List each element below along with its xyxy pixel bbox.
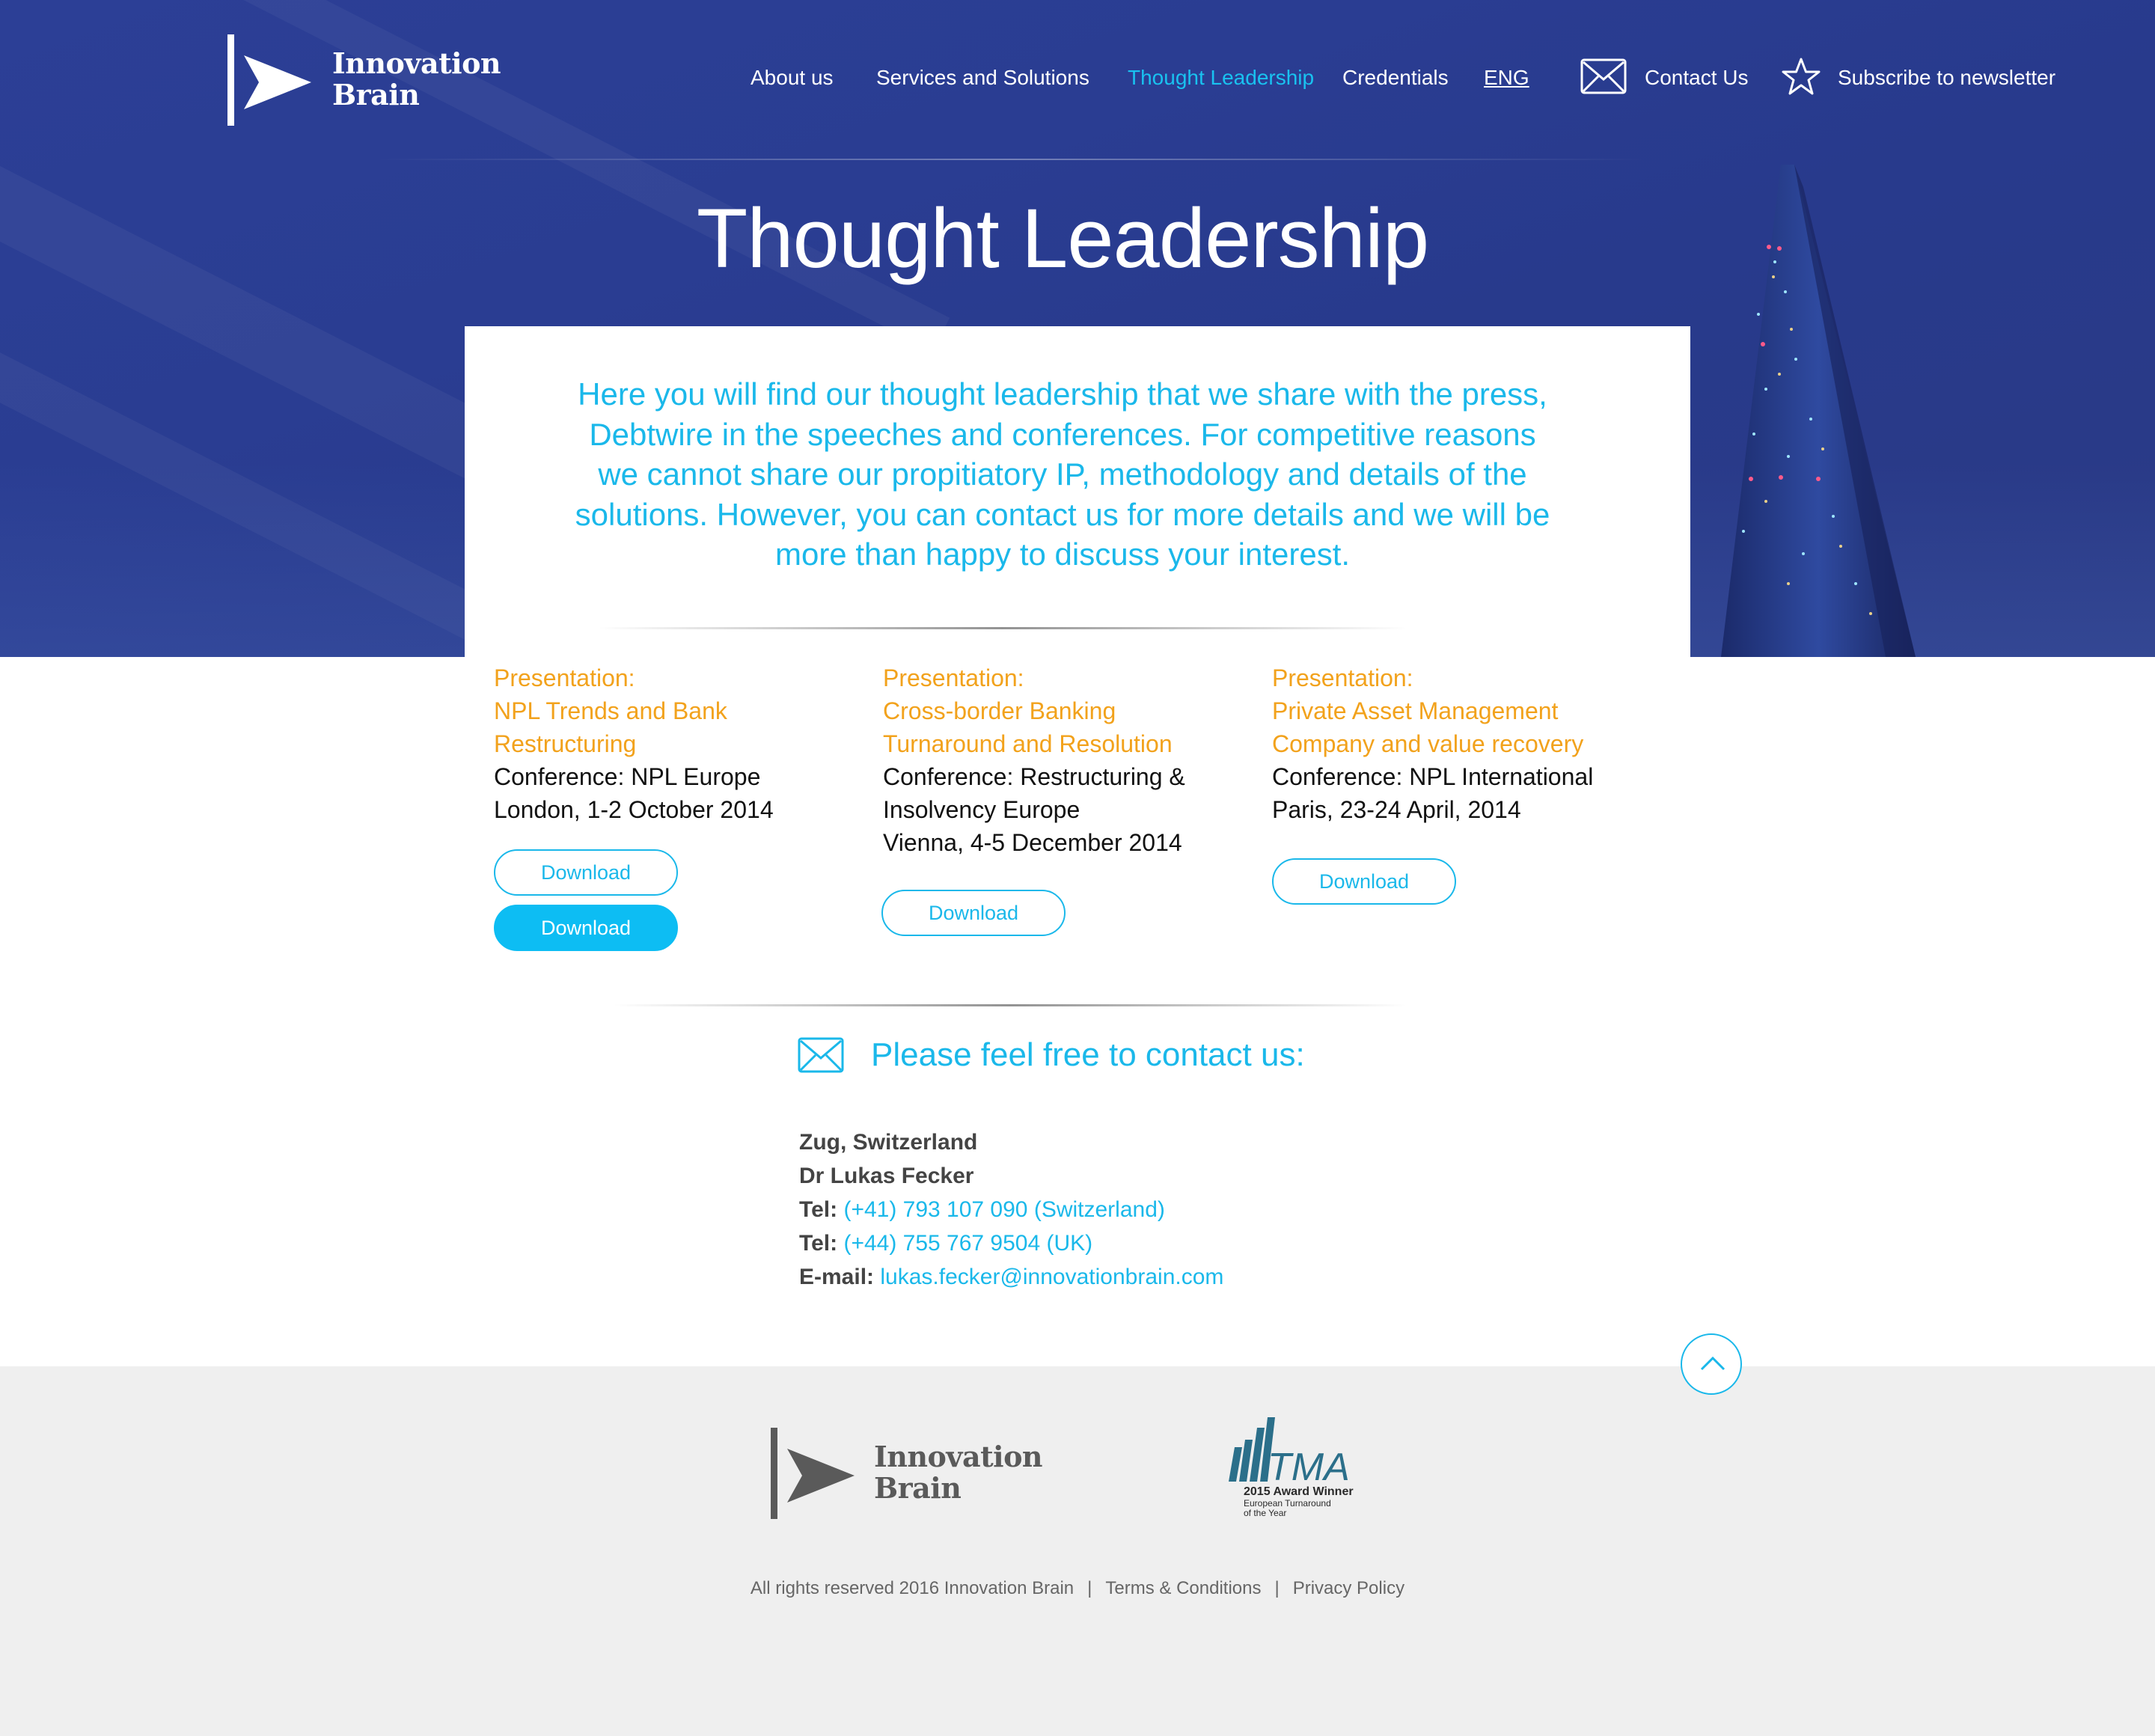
star-icon xyxy=(1782,58,1821,95)
contact-heading: Please feel free to contact us: xyxy=(798,1033,1396,1078)
logo-line2: Brain xyxy=(874,1471,962,1505)
tel-label: Tel: xyxy=(799,1197,838,1222)
download-button[interactable]: Download xyxy=(494,905,678,951)
nav-subscribe-label: Subscribe to newsletter xyxy=(1838,66,2056,89)
contact-details: Zug, Switzerland Dr Lukas Fecker Tel: (+… xyxy=(799,1125,1398,1294)
presentation-card: Presentation: Private Asset Management C… xyxy=(1272,661,1616,826)
nav-credentials[interactable]: Credentials xyxy=(1342,63,1449,93)
tma-award-line2: European Turnaround xyxy=(1244,1498,1331,1509)
footer xyxy=(0,1366,2155,1736)
scroll-top-button[interactable] xyxy=(1681,1333,1742,1395)
section-divider xyxy=(614,1004,1407,1006)
contact-name: Dr Lukas Fecker xyxy=(799,1164,974,1188)
section-divider xyxy=(599,627,1407,629)
nav-contact-label: Contact Us xyxy=(1645,66,1749,89)
presentation-card: Presentation: NPL Trends and Bank Restru… xyxy=(494,661,838,826)
download-button[interactable]: Download xyxy=(881,890,1066,936)
privacy-link[interactable]: Privacy Policy xyxy=(1293,1576,1404,1601)
presentation-kicker: Presentation: xyxy=(494,664,635,691)
tma-award-line3: of the Year xyxy=(1244,1508,1286,1518)
nav-about[interactable]: About us xyxy=(751,63,834,93)
contact-heading-text: Please feel free to contact us: xyxy=(871,1036,1305,1073)
logo-line1: Innovation xyxy=(874,1440,1043,1473)
presentation-kicker: Presentation: xyxy=(1272,664,1413,691)
presentation-conference: Conference: NPL Europe London, 1-2 Octob… xyxy=(494,763,774,823)
legal-separator: | xyxy=(1087,1578,1092,1598)
tma-award-logo: TMA 2015 Award Winner European Turnaroun… xyxy=(1229,1417,1354,1518)
header-divider xyxy=(374,159,1646,160)
presentation-conference: Conference: Restructuring & Insolvency E… xyxy=(883,763,1185,856)
footer-logo[interactable]: Innovation Brain xyxy=(771,1428,1043,1519)
presentation-card: Presentation: Cross-border Banking Turna… xyxy=(883,661,1227,859)
presentation-title: NPL Trends and Bank Restructuring xyxy=(494,697,727,757)
page-title: Thought Leadership xyxy=(696,192,1429,285)
tel-label: Tel: xyxy=(799,1231,838,1256)
envelope-icon xyxy=(1580,58,1627,94)
terms-link[interactable]: Terms & Conditions xyxy=(1105,1576,1261,1601)
legal-bar: All rights reserved 2016 Innovation Brai… xyxy=(0,1576,2155,1601)
presentation-title: Private Asset Management Company and val… xyxy=(1272,697,1584,757)
presentation-title: Cross-border Banking Turnaround and Reso… xyxy=(883,697,1173,757)
logo-wordmark: Innovation Brain xyxy=(874,1440,1043,1505)
copyright-text: All rights reserved 2016 Innovation Brai… xyxy=(750,1578,1075,1598)
contact-location: Zug, Switzerland xyxy=(799,1130,978,1155)
language-switch[interactable]: ENG xyxy=(1484,63,1529,93)
presentation-conference: Conference: NPL International Paris, 23-… xyxy=(1272,763,1594,823)
email-label: E-mail: xyxy=(799,1265,875,1289)
envelope-icon xyxy=(798,1037,844,1073)
presentation-kicker: Presentation: xyxy=(883,664,1024,691)
nav-thought-leadership[interactable]: Thought Leadership xyxy=(1128,63,1314,93)
phone-uk-link[interactable]: (+44) 755 767 9504 (UK) xyxy=(843,1231,1092,1256)
legal-separator: | xyxy=(1274,1578,1280,1598)
tma-wordmark: TMA xyxy=(1268,1446,1350,1489)
nav-services[interactable]: Services and Solutions xyxy=(876,63,1089,93)
logo-mark-icon xyxy=(771,1428,855,1519)
tma-award-line1: 2015 Award Winner xyxy=(1244,1485,1354,1498)
chevron-up-icon xyxy=(1700,1356,1725,1371)
phone-switzerland-link[interactable]: (+41) 793 107 090 (Switzerland) xyxy=(843,1197,1164,1222)
intro-text: Here you will find our thought leadershi… xyxy=(575,376,1550,572)
download-button[interactable]: Download xyxy=(494,849,678,896)
download-button[interactable]: Download xyxy=(1272,858,1456,905)
email-link[interactable]: lukas.fecker@innovationbrain.com xyxy=(880,1265,1223,1289)
main-nav: About us Services and Solutions Thought … xyxy=(0,58,2155,95)
